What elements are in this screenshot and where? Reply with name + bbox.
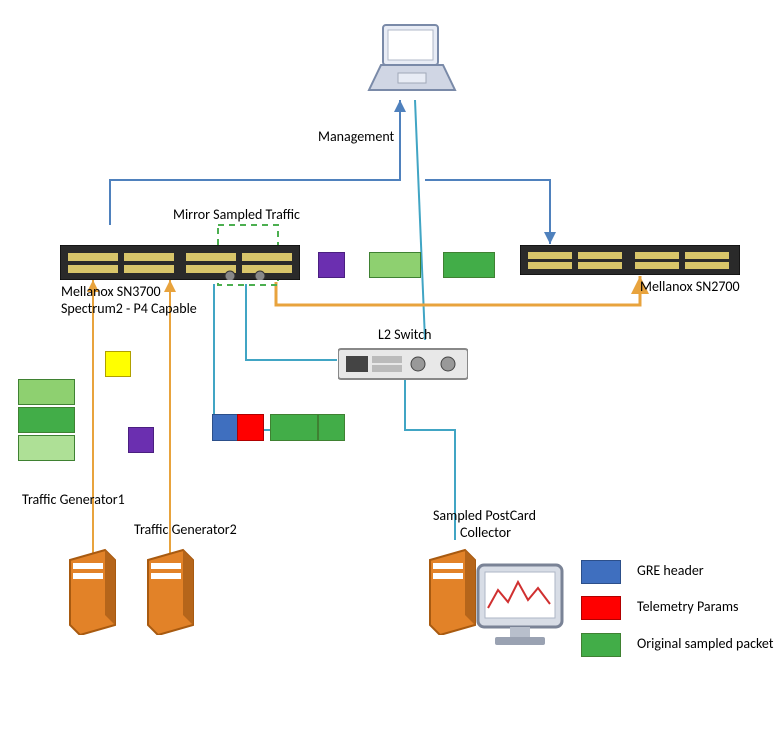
legend-gre-label: GRE header bbox=[637, 562, 704, 579]
server-tower-icon bbox=[143, 545, 198, 635]
packet-yellow bbox=[105, 351, 131, 377]
management-label: Management bbox=[318, 128, 394, 145]
collector-label-2: Collector bbox=[460, 524, 511, 541]
packet-green bbox=[443, 252, 495, 278]
server-tower-icon bbox=[65, 545, 120, 635]
legend-swatch-gre bbox=[581, 560, 621, 584]
packet-green bbox=[18, 407, 75, 433]
traffic-gen2-label: Traffic Generator2 bbox=[134, 521, 237, 538]
packet-purple bbox=[128, 427, 154, 453]
packet-green bbox=[369, 252, 421, 278]
sn3700-label-2: Spectrum2 - P4 Capable bbox=[61, 300, 197, 317]
legend-swatch-telemetry bbox=[581, 596, 621, 620]
monitor-icon bbox=[470, 560, 570, 655]
legend-packet-label: Original sampled packet bbox=[637, 635, 774, 652]
packet-green bbox=[318, 414, 345, 441]
legend-telemetry-label: Telemetry Params bbox=[637, 598, 739, 615]
legend-swatch-packet bbox=[581, 633, 621, 657]
packet-green bbox=[18, 379, 75, 405]
packet-green bbox=[270, 414, 318, 441]
l2switch-label: L2 Switch bbox=[378, 326, 431, 343]
mirror-label: Mirror Sampled Traffic bbox=[173, 206, 300, 223]
collector-label-1: Sampled PostCard bbox=[433, 507, 536, 524]
laptop-icon bbox=[363, 20, 463, 100]
packet-purple bbox=[318, 252, 345, 278]
traffic-gen1-label: Traffic Generator1 bbox=[22, 491, 125, 508]
sn2700-label: Mellanox SN2700 bbox=[640, 278, 740, 295]
switch-sn2700 bbox=[520, 245, 740, 275]
l2-switch-icon bbox=[338, 344, 468, 384]
packet-blue bbox=[212, 414, 239, 441]
sn3700-label-1: Mellanox SN3700 bbox=[61, 283, 161, 300]
switch-sn3700 bbox=[60, 245, 300, 280]
packet-red bbox=[237, 414, 264, 441]
packet-green bbox=[18, 435, 75, 461]
